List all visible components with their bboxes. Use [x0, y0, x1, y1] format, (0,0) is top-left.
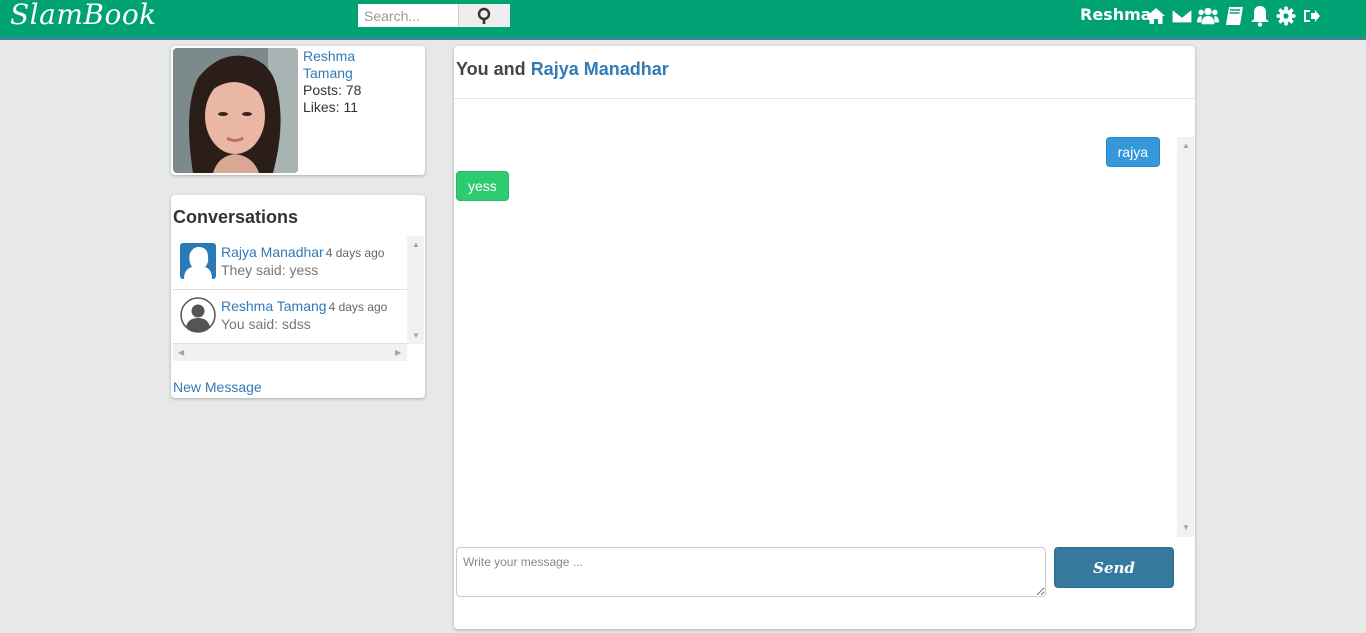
conversations-title: Conversations	[173, 207, 299, 227]
chat-scrollbar[interactable]: ▲ ▼	[1177, 137, 1194, 537]
conversation-name: Rajya Manadhar 4 days ago	[221, 244, 385, 260]
conversation-vertical-scrollbar[interactable]: ▲ ▼	[407, 236, 424, 344]
search-box	[358, 4, 510, 27]
scroll-right-arrow-icon[interactable]: ▶	[395, 348, 401, 357]
profile-card: Reshma Tamang Posts: 78 Likes: 11	[171, 46, 425, 175]
chat-title: You and Rajya Manadhar	[456, 59, 669, 79]
bell-icon[interactable]	[1249, 5, 1271, 27]
message-bubble-received: yess	[456, 171, 509, 201]
conversations-card: Conversations Rajya Manadhar 4 days ago T…	[171, 195, 425, 398]
conversation-item[interactable]: Reshma Tamang 4 days ago You said: sdss	[173, 290, 407, 344]
conversation-list[interactable]: Rajya Manadhar 4 days ago They said: yess…	[173, 236, 407, 344]
conversation-time: 4 days ago	[328, 300, 388, 314]
scroll-down-arrow-icon[interactable]: ▼	[412, 331, 420, 340]
search-input[interactable]	[358, 4, 458, 27]
scroll-left-arrow-icon[interactable]: ◀	[178, 348, 184, 357]
profile-likes-count: Likes: 11	[303, 99, 358, 115]
conversation-snippet: They said: yess	[221, 262, 319, 278]
brand-logo[interactable]: SlamBook	[10, 0, 157, 30]
conversation-item[interactable]: Rajya Manadhar 4 days ago They said: yess	[173, 236, 407, 290]
gear-icon[interactable]	[1275, 5, 1297, 27]
message-input[interactable]	[456, 547, 1046, 597]
scroll-up-arrow-icon[interactable]: ▲	[1182, 141, 1190, 150]
chat-messages-area: rajya yess	[454, 137, 1178, 537]
scroll-down-arrow-icon[interactable]: ▼	[1182, 523, 1190, 532]
send-button[interactable]: Send	[1054, 547, 1174, 588]
female-avatar-icon	[180, 243, 216, 279]
search-icon	[477, 7, 490, 24]
conversation-time: 4 days ago	[325, 246, 385, 260]
conversation-snippet: You said: sdss	[221, 316, 311, 332]
search-button[interactable]	[458, 4, 510, 27]
new-message-link[interactable]: New Message	[173, 379, 262, 395]
profile-posts-count: Posts: 78	[303, 82, 362, 98]
chat-panel: You and Rajya Manadhar rajya yess ▲ ▼ Se…	[454, 46, 1195, 629]
book-icon[interactable]	[1223, 5, 1245, 27]
nav-icon-bar	[1145, 5, 1323, 27]
chat-partner-link[interactable]: Rajya Manadhar	[531, 59, 669, 79]
logout-icon[interactable]	[1301, 5, 1323, 27]
male-avatar-icon	[180, 297, 216, 333]
top-navbar: SlamBook Reshma	[0, 0, 1366, 40]
conversation-name: Reshma Tamang 4 days ago	[221, 298, 388, 314]
nav-user-name[interactable]: Reshma	[1080, 5, 1152, 24]
profile-name-link[interactable]: Reshma Tamang	[303, 48, 403, 82]
chat-header: You and Rajya Manadhar	[454, 46, 1195, 99]
message-bubble-sent: rajya	[1105, 137, 1160, 167]
profile-photo[interactable]	[173, 48, 298, 173]
users-icon[interactable]	[1197, 5, 1219, 27]
scroll-up-arrow-icon[interactable]: ▲	[412, 240, 420, 249]
home-icon[interactable]	[1145, 5, 1167, 27]
conversation-horizontal-scrollbar[interactable]: ◀ ▶	[173, 344, 407, 361]
envelope-icon[interactable]	[1171, 5, 1193, 27]
